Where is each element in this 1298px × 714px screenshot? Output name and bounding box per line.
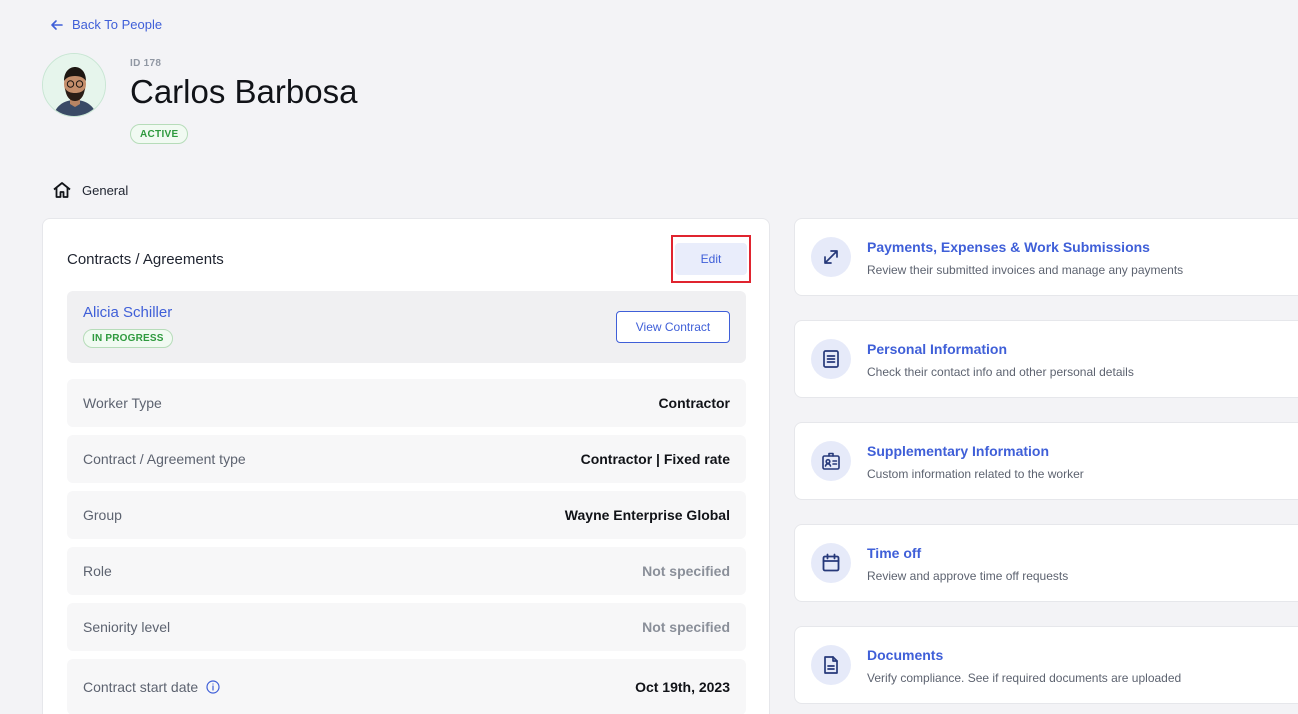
section-desc: Custom information related to the worker bbox=[867, 467, 1084, 481]
contracts-card: Contracts / Agreements Edit Alicia Schil… bbox=[42, 218, 770, 714]
section-desc: Verify compliance. See if required docum… bbox=[867, 671, 1182, 685]
info-value: Contractor | Fixed rate bbox=[580, 451, 730, 467]
contract-status-badge: IN PROGRESS bbox=[83, 329, 173, 348]
arrows-diagonal-icon bbox=[824, 250, 838, 264]
section-title: Documents bbox=[867, 647, 944, 663]
info-value: Contractor bbox=[658, 395, 730, 411]
info-value: Wayne Enterprise Global bbox=[564, 507, 730, 523]
info-row-contract-type: Contract / Agreement type Contractor | F… bbox=[67, 435, 746, 483]
section-title: Payments, Expenses & Work Submissions bbox=[867, 239, 1150, 255]
section-card-payments[interactable]: Payments, Expenses & Work Submissions Re… bbox=[794, 218, 1298, 296]
section-desc: Review and approve time off requests bbox=[867, 569, 1069, 583]
section-card-supplementary-info[interactable]: Supplementary Information Custom informa… bbox=[794, 422, 1298, 500]
home-icon bbox=[53, 182, 71, 198]
info-label: Contract start date bbox=[83, 679, 199, 695]
info-row-worker-type: Worker Type Contractor bbox=[67, 379, 746, 427]
avatar bbox=[42, 53, 106, 117]
person-id: ID 178 bbox=[130, 58, 162, 69]
info-label: Seniority level bbox=[83, 619, 171, 635]
info-value: Not specified bbox=[642, 619, 730, 635]
info-value: Oct 19th, 2023 bbox=[635, 679, 730, 695]
info-label-with-tooltip: Contract start date bbox=[83, 679, 220, 695]
status-badge: ACTIVE bbox=[130, 124, 189, 144]
info-label: Role bbox=[83, 563, 112, 579]
tab-general-label: General bbox=[82, 182, 129, 198]
info-value: Not specified bbox=[642, 563, 730, 579]
section-title: Time off bbox=[867, 545, 922, 561]
page-title: Carlos Barbosa bbox=[130, 73, 358, 110]
section-title: Supplementary Information bbox=[867, 443, 1050, 459]
calendar-icon bbox=[822, 553, 840, 572]
back-link-label: Back To People bbox=[72, 17, 163, 32]
file-icon bbox=[824, 656, 838, 674]
section-card-time-off[interactable]: Time off Review and approve time off req… bbox=[794, 524, 1298, 602]
section-card-personal-info[interactable]: Personal Information Check their contact… bbox=[794, 320, 1298, 398]
info-row-start-date: Contract start date Oct 19th, 2023 bbox=[67, 659, 746, 714]
section-desc: Review their submitted invoices and mana… bbox=[867, 263, 1184, 277]
info-label: Contract / Agreement type bbox=[83, 451, 246, 467]
id-badge-icon bbox=[822, 452, 840, 470]
tab-general[interactable]: General bbox=[52, 180, 128, 200]
contracts-title: Contracts / Agreements bbox=[67, 251, 224, 268]
section-desc: Check their contact info and other perso… bbox=[867, 365, 1134, 379]
section-icon-wrap bbox=[811, 543, 851, 583]
back-to-people-link[interactable]: Back To People bbox=[50, 17, 162, 32]
section-icon-wrap bbox=[811, 339, 851, 379]
view-contract-button[interactable]: View Contract bbox=[616, 311, 730, 343]
section-card-documents[interactable]: Documents Verify compliance. See if requ… bbox=[794, 626, 1298, 704]
document-list-icon bbox=[823, 350, 839, 368]
info-row-group: Group Wayne Enterprise Global bbox=[67, 491, 746, 539]
info-row-seniority: Seniority level Not specified bbox=[67, 603, 746, 651]
edit-button[interactable]: Edit bbox=[675, 243, 747, 275]
section-icon-wrap bbox=[811, 441, 851, 481]
contract-client-link[interactable]: Alicia Schiller bbox=[83, 304, 172, 321]
section-icon-wrap bbox=[811, 237, 851, 277]
info-label: Worker Type bbox=[83, 395, 162, 411]
info-row-role: Role Not specified bbox=[67, 547, 746, 595]
section-icon-wrap bbox=[811, 645, 851, 685]
arrow-left-icon bbox=[51, 19, 63, 30]
info-icon[interactable] bbox=[206, 680, 220, 694]
contract-item: Alicia Schiller IN PROGRESS View Contrac… bbox=[67, 291, 746, 363]
section-title: Personal Information bbox=[867, 341, 1008, 357]
info-label: Group bbox=[83, 507, 122, 523]
